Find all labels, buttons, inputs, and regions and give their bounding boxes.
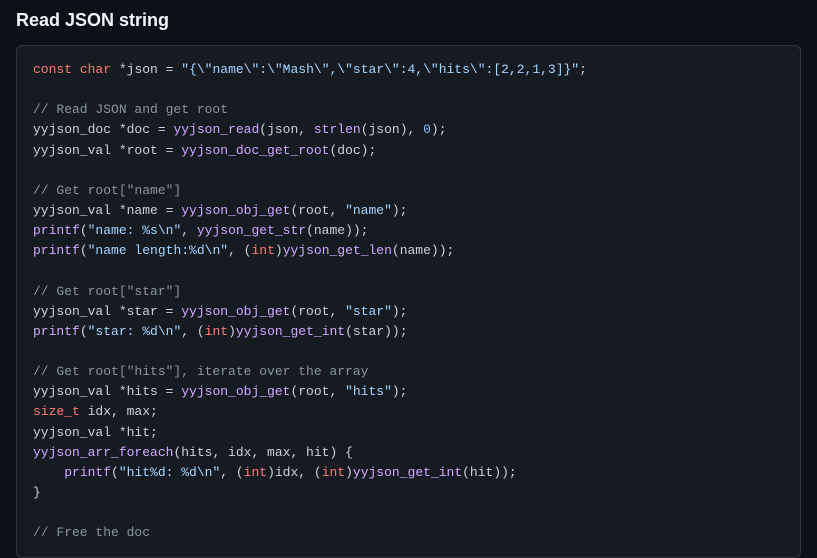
code-token: ; [579,62,587,77]
code-token: "hits" [345,384,392,399]
code-token: "hit%d: %d\n" [119,465,220,480]
code-token: (hits, idx, max, hit) { [173,445,352,460]
code-token: , [181,223,197,238]
code-token: ( [80,243,88,258]
code-token: yyjson_doc_get_root [181,143,329,158]
code-token: yyjson_arr_foreach [33,445,173,460]
code-token: printf [33,243,80,258]
code-token: *json = [111,62,181,77]
code-block: const char *json = "{\"name\":\"Mash\",\… [16,45,801,558]
code-token: "name" [345,203,392,218]
code-token: printf [33,324,80,339]
code-comment: // Get root["name"] [33,183,181,198]
code-token: 0 [423,122,431,137]
code-token: ); [392,203,408,218]
code-token: ( [80,324,88,339]
code-token: (star)); [345,324,407,339]
code-token: int [244,465,267,480]
code-token: "star: %d\n" [88,324,182,339]
code-token: size_t [33,404,80,419]
section-heading: Read JSON string [0,0,817,39]
code-token: ) [228,324,236,339]
code-token: const [33,62,72,77]
code-token: yyjson_obj_get [181,384,290,399]
code-token: idx, max; [80,404,158,419]
code-token: yyjson_val *hits = [33,384,181,399]
code-token: "name length:%d\n" [88,243,228,258]
code-token: printf [64,465,111,480]
code-token: ) [275,243,283,258]
code-comment: // Get root["star"] [33,284,181,299]
code-token: yyjson_val *star = [33,304,181,319]
code-token: (root, [290,203,345,218]
code-comment: // Get root["hits"], iterate over the ar… [33,364,368,379]
code-token: ) [345,465,353,480]
code-token: (name)); [306,223,368,238]
code-token: "star" [345,304,392,319]
code-token: yyjson_get_int [353,465,462,480]
code-token: (root, [290,384,345,399]
code-token: yyjson_get_str [197,223,306,238]
code-token: (json), [361,122,423,137]
code-comment: // Free the doc [33,525,150,540]
code-token: "{\"name\":\"Mash\",\"star\":4,\"hits\":… [181,62,579,77]
code-token: ); [431,122,447,137]
code-comment: // Read JSON and get root [33,102,228,117]
code-token: yyjson_obj_get [181,203,290,218]
code-token: strlen [314,122,361,137]
code-token: ( [80,223,88,238]
code-token: yyjson_val *hit; [33,425,158,440]
code-token: yyjson_read [173,122,259,137]
code-token: (name)); [392,243,454,258]
code-token: ( [111,465,119,480]
code-token: ); [392,384,408,399]
code-token: int [205,324,228,339]
code-token: ); [392,304,408,319]
code-token: yyjson_obj_get [181,304,290,319]
code-token: (doc); [329,143,376,158]
code-token: , ( [228,243,251,258]
code-token: int [322,465,345,480]
code-token: yyjson_get_len [283,243,392,258]
code-token [72,62,80,77]
code-token: printf [33,223,80,238]
code-token: yyjson_get_int [236,324,345,339]
code-token: )idx, ( [267,465,322,480]
code-token: char [80,62,111,77]
code-token: "name: %s\n" [88,223,182,238]
code-token: (root, [290,304,345,319]
code-token: , ( [181,324,204,339]
code-token: yyjson_doc *doc = [33,122,173,137]
code-token: yyjson_val *name = [33,203,181,218]
code-token: } [33,485,41,500]
code-token: , ( [220,465,243,480]
code-token [33,465,64,480]
code-token: int [251,243,274,258]
code-token: (json, [259,122,314,137]
code-token: (hit)); [462,465,517,480]
code-token: yyjson_val *root = [33,143,181,158]
